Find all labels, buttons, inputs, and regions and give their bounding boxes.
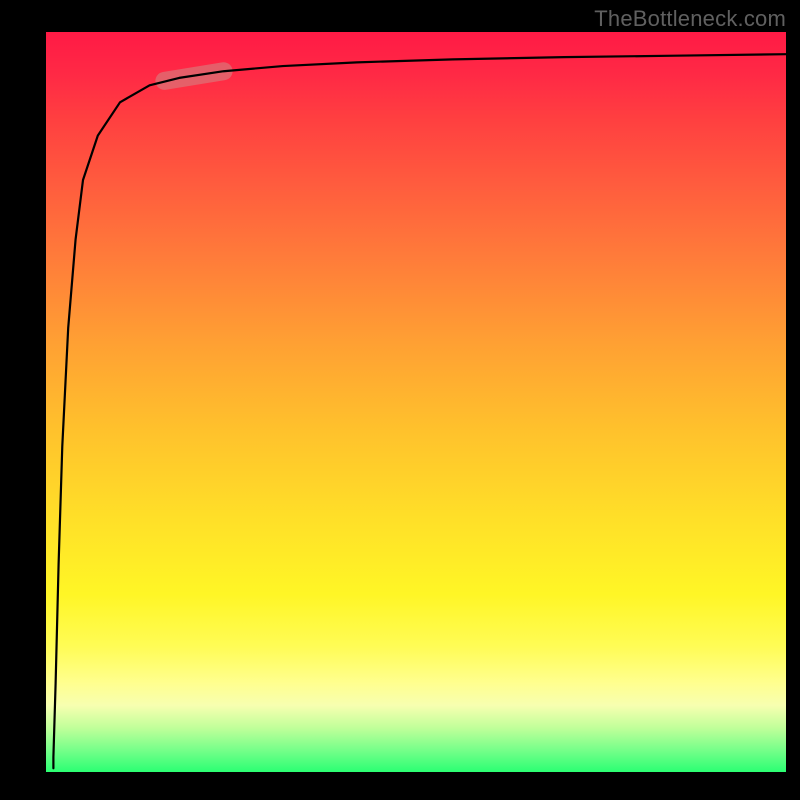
watermark-text: TheBottleneck.com	[594, 6, 786, 32]
main-curve	[53, 54, 786, 768]
chart-container: TheBottleneck.com	[0, 0, 800, 800]
curve-layer	[0, 0, 800, 800]
